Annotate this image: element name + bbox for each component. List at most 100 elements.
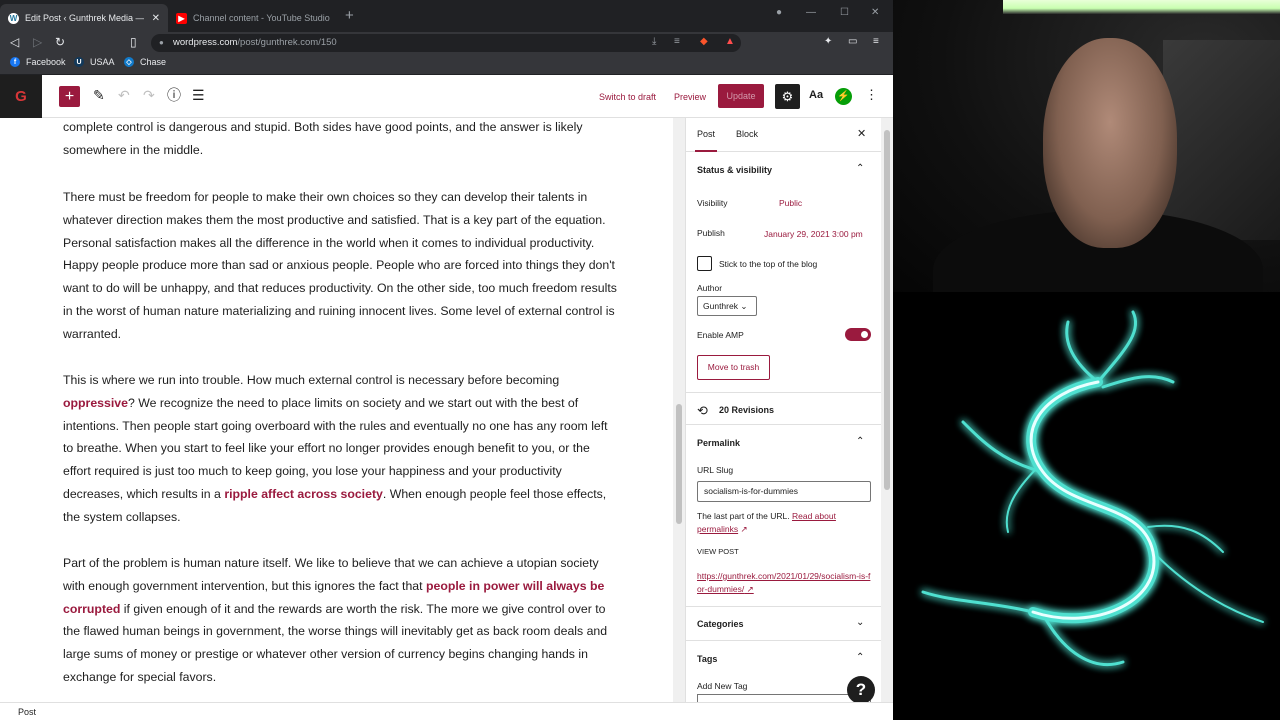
scrollbar-thumb[interactable] — [884, 130, 890, 490]
bookmark-label: USAA — [90, 57, 115, 67]
author-label: Author — [697, 283, 723, 293]
ceiling-light — [1003, 0, 1280, 14]
author-value: Gunthrek — [703, 301, 738, 311]
bookmark-label: Chase — [140, 57, 167, 67]
bookmark-facebook[interactable]: f Facebook — [10, 57, 66, 67]
scrollbar-thumb[interactable] — [676, 404, 682, 524]
paragraph-text: This is where we run into trouble. How m… — [63, 373, 560, 387]
lock-icon: ● — [159, 38, 164, 47]
bookmark-icon[interactable]: ▯ — [130, 35, 137, 49]
block-breadcrumb: Post — [0, 702, 893, 720]
reload-icon[interactable]: ↻ — [55, 35, 65, 49]
move-to-trash-button[interactable]: Move to trash — [697, 355, 770, 380]
youtube-icon: ▶ — [176, 12, 187, 24]
paragraph-text: if given enough of it and the rewards ar… — [63, 601, 608, 684]
info-icon[interactable]: ⓘ — [167, 87, 181, 103]
browser-window: W Edit Post ‹ Gunthrek Media — W ✕ ▶ Cha… — [0, 0, 893, 720]
menu-icon[interactable]: ≡ — [873, 36, 879, 47]
view-post-link[interactable]: https://gunthrek.com/2021/01/29/socialis… — [697, 570, 873, 596]
visibility-label: Visibility — [697, 198, 728, 208]
tags-toggle[interactable]: Tags — [697, 654, 717, 664]
forward-icon[interactable]: ▷ — [33, 35, 42, 49]
facebook-icon: f — [10, 57, 20, 67]
maximize-icon[interactable]: ☐ — [840, 7, 849, 18]
preview-button[interactable]: Preview — [674, 92, 706, 102]
help-icon[interactable]: ? — [847, 676, 875, 704]
paragraph-block[interactable]: Part of the problem is human nature itse… — [63, 552, 618, 689]
tab-post[interactable]: Post — [694, 129, 718, 152]
close-icon[interactable]: ✕ — [152, 13, 160, 24]
jetpack-icon[interactable]: ⚡ — [835, 88, 852, 105]
edit-tools-icon[interactable]: ✎ — [93, 87, 105, 103]
divider — [686, 640, 881, 641]
publish-label: Publish — [697, 228, 725, 238]
list-view-icon[interactable]: ☰ — [192, 87, 205, 103]
bookmark-usaa[interactable]: U USAA — [74, 57, 115, 67]
author-select[interactable]: Gunthrek ⌄ — [697, 296, 757, 316]
tab-title: Edit Post ‹ Gunthrek Media — W — [25, 13, 144, 23]
bookmarks-bar: f Facebook U USAA ◇ Chase — [0, 54, 893, 75]
close-window-icon[interactable]: ✕ — [871, 7, 879, 18]
wallet-icon[interactable]: ▭ — [848, 36, 857, 47]
bookmark-label: Facebook — [26, 57, 66, 67]
update-button[interactable]: Update — [718, 84, 764, 108]
chevron-down-icon[interactable]: ⌄ — [856, 617, 864, 628]
chevron-up-icon[interactable]: ⌃ — [856, 652, 864, 663]
divider — [686, 392, 881, 393]
chevron-up-icon[interactable]: ⌃ — [856, 163, 864, 174]
brave-rewards-icon[interactable]: ▲ — [725, 36, 735, 47]
site-logo-icon[interactable]: G — [0, 75, 42, 118]
tab-edit-post[interactable]: W Edit Post ‹ Gunthrek Media — W ✕ — [0, 4, 168, 32]
settings-gear-icon[interactable]: ⚙ — [775, 84, 800, 109]
styles-button[interactable]: Aa — [809, 89, 823, 101]
brave-shield-icon[interactable]: ◆ — [700, 36, 708, 47]
url-host: wordpress.com — [173, 37, 238, 48]
minimize-icon[interactable]: — — [806, 7, 816, 18]
reader-mode-icon[interactable]: ≡ — [674, 36, 680, 47]
presenter-face — [1043, 38, 1177, 248]
post-content[interactable]: complete control is dangerous and stupid… — [0, 118, 672, 702]
chevron-up-icon[interactable]: ⌃ — [856, 436, 864, 447]
paragraph-text: ? We recognize the need to place limits … — [63, 395, 608, 501]
back-icon[interactable]: ◁ — [10, 35, 19, 49]
new-tab-icon[interactable]: + — [345, 8, 354, 23]
bookmark-chase[interactable]: ◇ Chase — [124, 57, 166, 67]
revisions-link[interactable]: 20 Revisions — [719, 405, 774, 415]
add-tag-input[interactable] — [697, 694, 871, 702]
tab-youtube-studio[interactable]: ▶ Channel content - YouTube Studio — [168, 4, 338, 32]
url-slug-input[interactable]: socialism-is-for-dummies — [697, 481, 871, 502]
paragraph-block[interactable]: This is where we run into trouble. How m… — [63, 369, 618, 528]
amp-toggle[interactable] — [845, 328, 871, 341]
publish-date[interactable]: January 29, 2021 3:00 pm — [764, 229, 863, 239]
visibility-value[interactable]: Public — [779, 198, 802, 208]
add-block-button[interactable]: + — [59, 86, 80, 107]
content-scrollbar[interactable] — [673, 118, 685, 702]
tab-block[interactable]: Block — [736, 129, 758, 139]
extensions-icon[interactable]: ✦ — [824, 36, 832, 47]
undo-icon[interactable]: ↶ — [118, 87, 130, 103]
link-ripple-affect[interactable]: ripple affect across society — [224, 487, 383, 501]
slug-help: The last part of the URL. — [697, 511, 790, 521]
profile-icon[interactable]: ● — [776, 7, 782, 18]
glowing-s-logo — [921, 310, 1264, 667]
sidebar-scrollbar[interactable] — [881, 118, 893, 702]
sticky-checkbox[interactable] — [697, 256, 712, 271]
chase-icon: ◇ — [124, 57, 134, 67]
close-sidebar-icon[interactable]: ✕ — [857, 127, 866, 140]
switch-to-draft-button[interactable]: Switch to draft — [599, 92, 656, 102]
tab-title: Channel content - YouTube Studio — [193, 13, 330, 23]
redo-icon[interactable]: ↷ — [143, 87, 155, 103]
paragraph-block[interactable]: There must be freedom for people to make… — [63, 186, 618, 345]
paragraph-text: There must be freedom for people to make… — [63, 190, 617, 341]
more-options-icon[interactable]: ⋮ — [865, 87, 878, 103]
add-tag-label: Add New Tag — [697, 681, 748, 691]
download-icon[interactable]: ⤓ — [652, 36, 656, 47]
breadcrumb-item[interactable]: Post — [18, 707, 36, 717]
categories-toggle[interactable]: Categories — [697, 619, 744, 629]
amp-label: Enable AMP — [697, 330, 744, 340]
paragraph-block[interactable]: complete control is dangerous and stupid… — [63, 118, 618, 162]
link-oppressive[interactable]: oppressive — [63, 396, 128, 410]
url-path: /post/gunthrek.com/150 — [237, 37, 337, 48]
status-visibility-toggle[interactable]: Status & visibility — [697, 165, 772, 175]
permalink-toggle[interactable]: Permalink — [697, 438, 740, 448]
